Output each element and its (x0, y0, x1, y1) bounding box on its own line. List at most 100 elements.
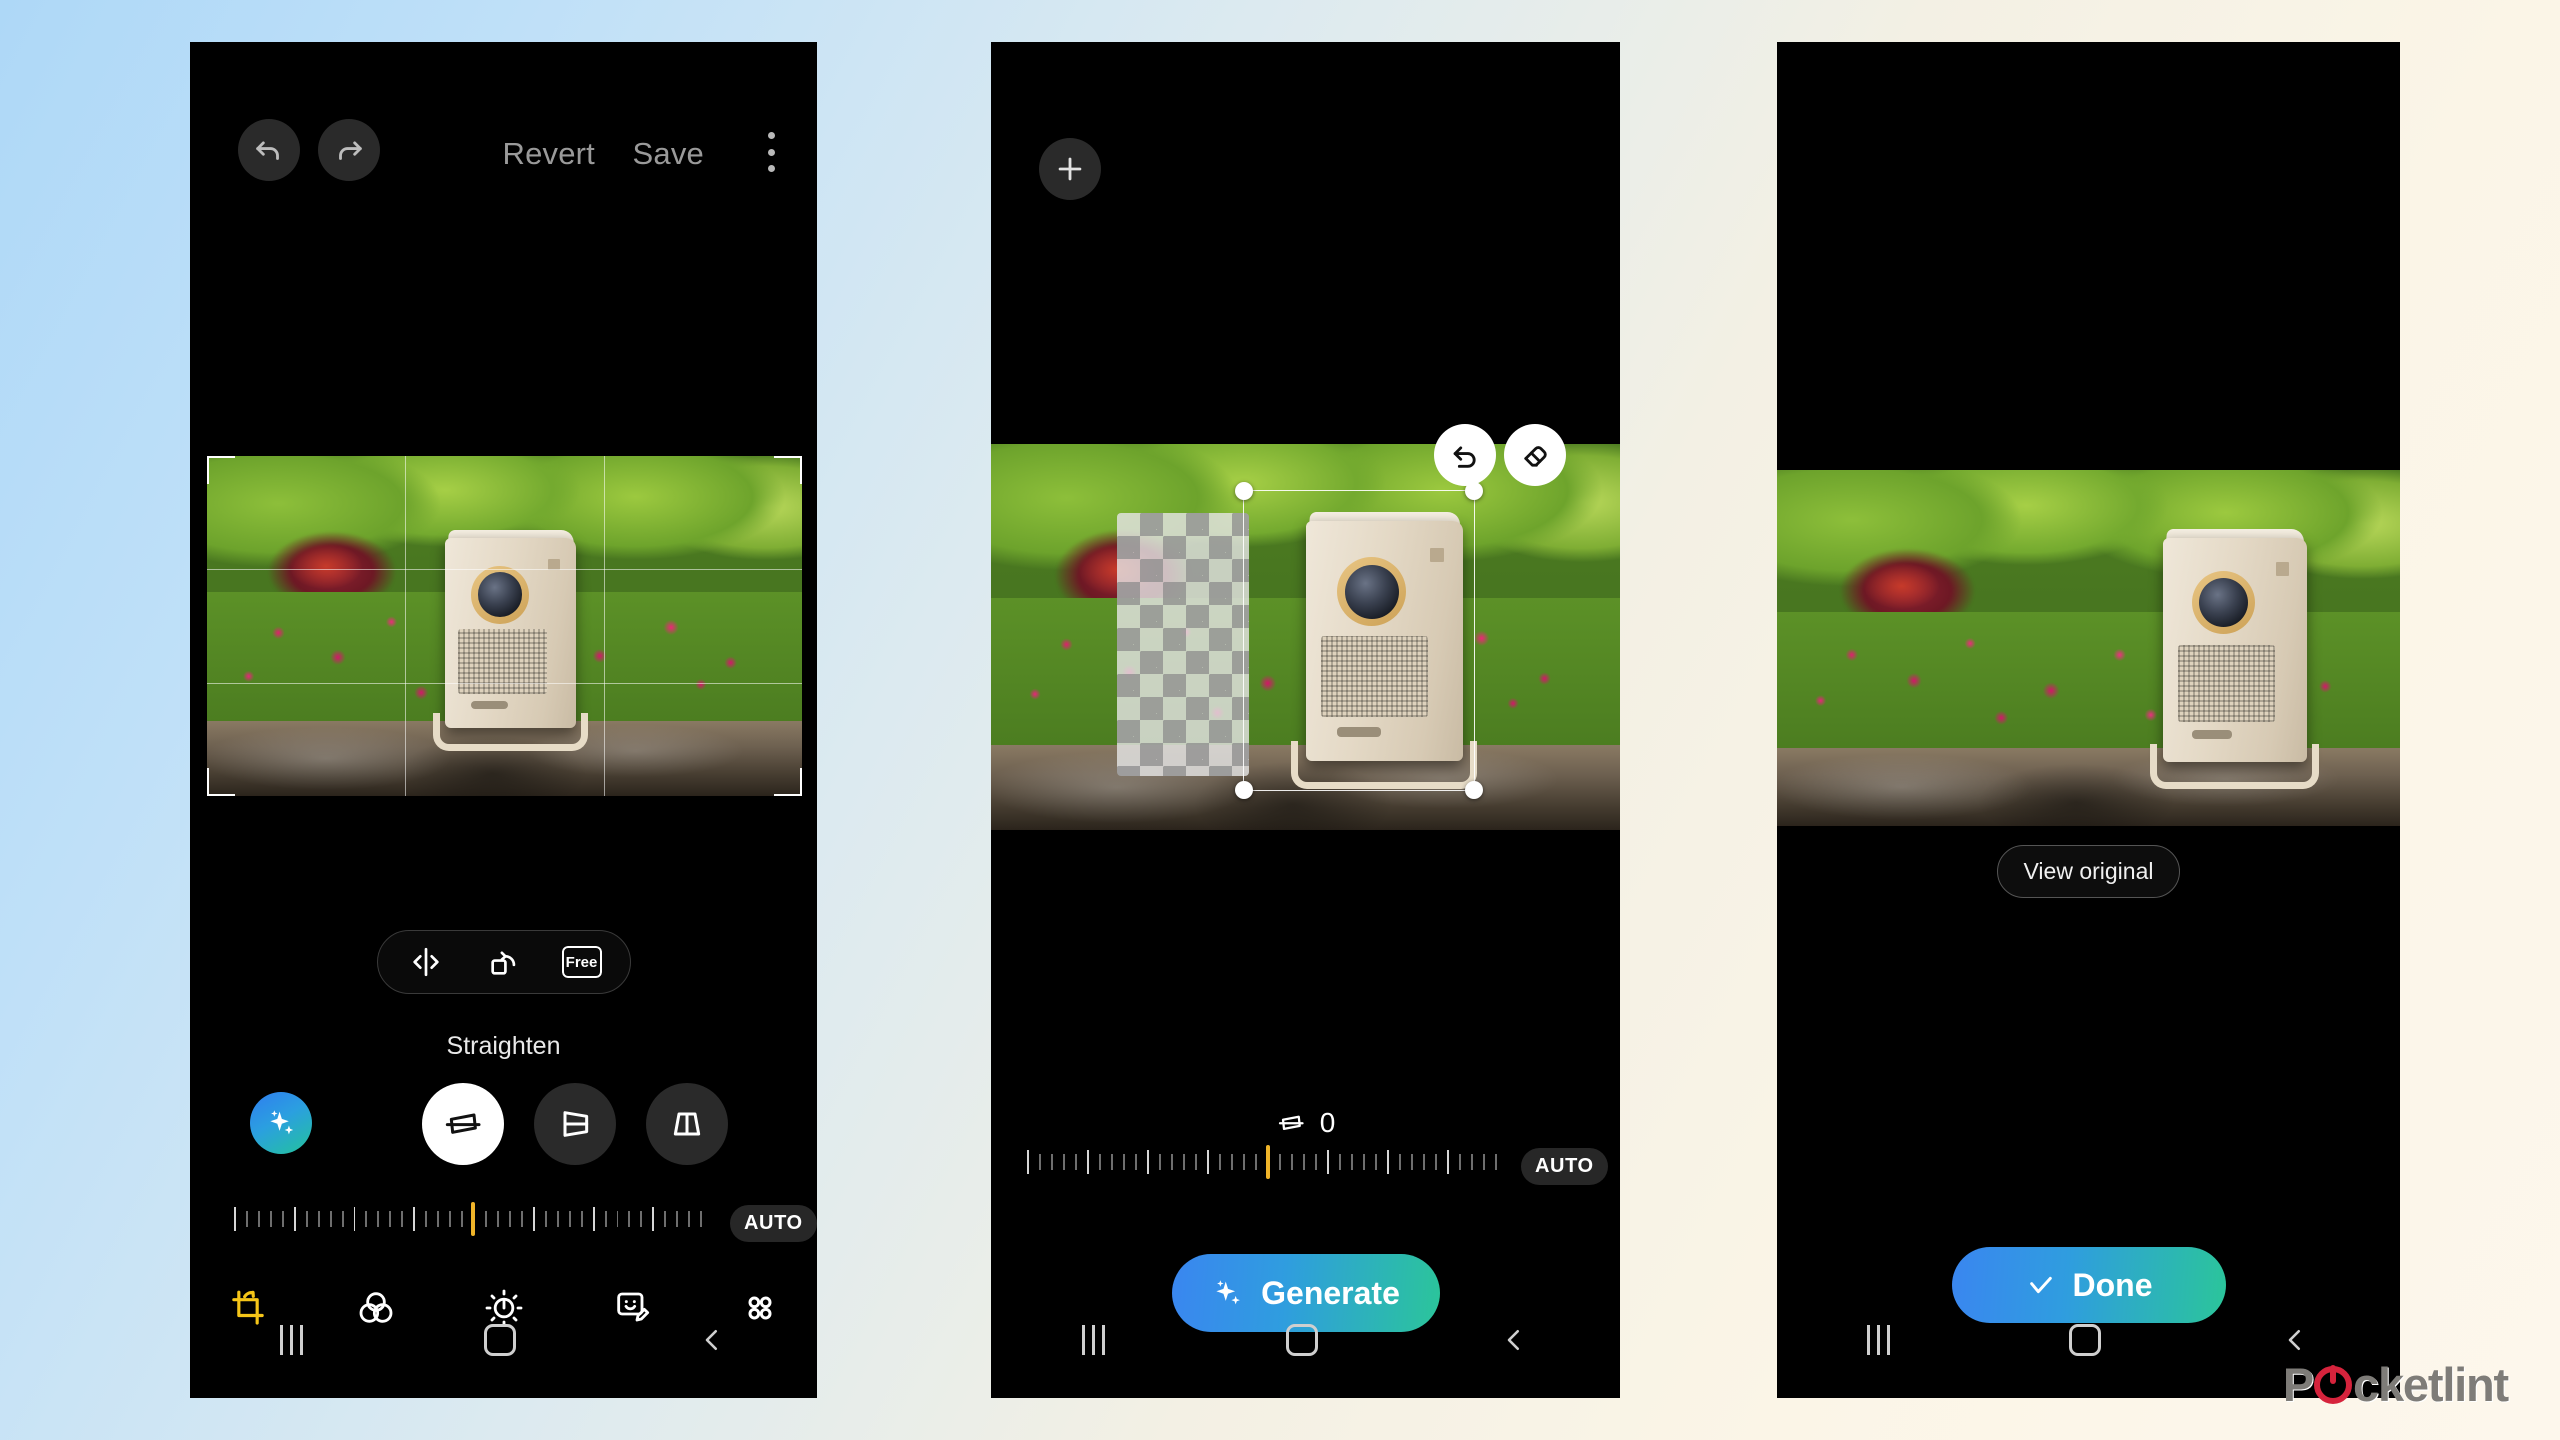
pocketlint-watermark: P cketlint (2282, 1357, 2509, 1412)
slider-tick (604, 1211, 607, 1227)
android-navbar (190, 1310, 817, 1370)
crop-handle-top-left[interactable] (207, 456, 235, 484)
selection-handle-top-left[interactable] (1234, 482, 1253, 501)
undo-edit-button[interactable] (1434, 424, 1496, 486)
android-navbar (991, 1310, 1620, 1370)
slider-tick (305, 1211, 308, 1227)
phone-screenshot-result: View original Done (1777, 42, 2400, 1398)
projector-subject-final (2150, 528, 2320, 789)
rotation-slider[interactable] (234, 1197, 712, 1241)
ai-sparkle-icon (270, 1110, 294, 1135)
erase-button[interactable] (1504, 424, 1566, 486)
slider-thumb[interactable] (471, 1202, 475, 1236)
redo-button[interactable] (318, 119, 380, 181)
slider-tick (1111, 1154, 1113, 1170)
slider-tick (1123, 1154, 1125, 1170)
slider-tick (485, 1211, 487, 1227)
straighten-icon (445, 1113, 481, 1134)
auto-badge[interactable]: AUTO (1521, 1148, 1608, 1185)
watermark-text-after: cketlint (2353, 1358, 2509, 1411)
recents-icon[interactable] (280, 1325, 304, 1355)
slider-thumb[interactable] (1266, 1145, 1270, 1179)
slider-tick (1159, 1154, 1161, 1170)
rotate-button[interactable] (484, 942, 524, 982)
slider-tick (1411, 1154, 1413, 1170)
home-icon[interactable] (2068, 1324, 2101, 1356)
slider-tick (341, 1211, 344, 1227)
selection-handle-bottom-left[interactable] (1234, 781, 1253, 800)
revert-button[interactable]: Revert (502, 136, 595, 172)
phone-screenshot-generative-edit: 0 AUTO Generate (991, 42, 1620, 1398)
undo-icon (1453, 446, 1476, 468)
slider-tick (664, 1211, 667, 1227)
view-original-button[interactable]: View original (1996, 845, 2181, 898)
slider-tick (1483, 1154, 1485, 1170)
photo-canvas[interactable] (1777, 470, 2400, 826)
recents-icon[interactable] (1081, 1325, 1105, 1355)
kebab-dot (767, 132, 775, 139)
add-object-button[interactable] (1039, 138, 1101, 200)
slider-tick (389, 1211, 392, 1227)
slider-tick (1207, 1150, 1209, 1174)
home-icon[interactable] (483, 1324, 516, 1356)
section-label-straighten: Straighten (446, 1032, 561, 1060)
kebab-dot (767, 165, 775, 172)
slider-tick (377, 1211, 380, 1227)
back-icon[interactable] (2280, 1325, 2310, 1355)
transparent-hole (1116, 513, 1249, 776)
auto-badge[interactable]: AUTO (730, 1205, 817, 1242)
slider-tick (401, 1211, 404, 1227)
recents-icon[interactable] (1866, 1325, 1890, 1355)
slider-tick (496, 1211, 499, 1227)
flip-horizontal-button[interactable] (406, 942, 446, 982)
straighten-value: 0 (1319, 1107, 1336, 1138)
slider-tick (1291, 1154, 1293, 1170)
vertical-perspective-icon (673, 1112, 701, 1136)
back-icon[interactable] (697, 1325, 727, 1355)
crop-handle-bottom-right[interactable] (774, 768, 802, 796)
slider-tick (532, 1207, 535, 1231)
plus-icon (1058, 157, 1082, 181)
ai-suggest-button[interactable] (250, 1092, 312, 1154)
horizontal-perspective-button[interactable] (534, 1083, 616, 1165)
photo-canvas[interactable] (991, 444, 1620, 830)
straighten-button[interactable] (422, 1083, 504, 1165)
slider-tick (317, 1211, 320, 1227)
more-options-button[interactable] (767, 132, 775, 172)
phone-screenshot-crop: Revert Save Free Straighten AUTO (190, 42, 817, 1398)
crop-handle-top-right[interactable] (774, 456, 802, 484)
selection-box[interactable] (1234, 482, 1484, 800)
slider-tick (1243, 1154, 1245, 1170)
slider-tick (425, 1211, 428, 1227)
slider-tick (1075, 1154, 1077, 1170)
slider-tick (616, 1211, 619, 1227)
vertical-perspective-button[interactable] (646, 1083, 728, 1165)
power-symbol-icon (2314, 1364, 2353, 1404)
back-icon[interactable] (1499, 1325, 1529, 1355)
slider-tick (1351, 1154, 1353, 1170)
aspect-ratio-label: Free (563, 953, 600, 971)
undo-button[interactable] (238, 119, 300, 181)
editor-topbar: Revert Save (190, 116, 817, 184)
horizontal-perspective-icon (563, 1111, 589, 1137)
flip-horizontal-icon (412, 947, 439, 977)
slider-tick (1099, 1154, 1101, 1170)
slider-tick (520, 1211, 523, 1227)
slider-tick (1027, 1150, 1029, 1174)
generate-label: Generate (1261, 1274, 1400, 1311)
save-button[interactable]: Save (633, 136, 704, 172)
slider-tick (628, 1211, 631, 1227)
slider-tick (281, 1211, 284, 1227)
crop-handle-bottom-left[interactable] (207, 768, 235, 796)
home-icon[interactable] (1285, 1324, 1318, 1356)
slider-tick (1423, 1154, 1425, 1170)
slider-tick (1147, 1150, 1149, 1174)
watermark-text-before: P (2282, 1358, 2314, 1411)
photo-canvas[interactable] (207, 456, 802, 796)
straighten-value-row: 0 (991, 1107, 1620, 1139)
slider-tick (640, 1211, 643, 1227)
aspect-ratio-button[interactable]: Free (561, 942, 602, 982)
slider-tick (1387, 1150, 1389, 1174)
rotation-slider[interactable] (1027, 1140, 1509, 1184)
slider-tick (365, 1211, 368, 1227)
